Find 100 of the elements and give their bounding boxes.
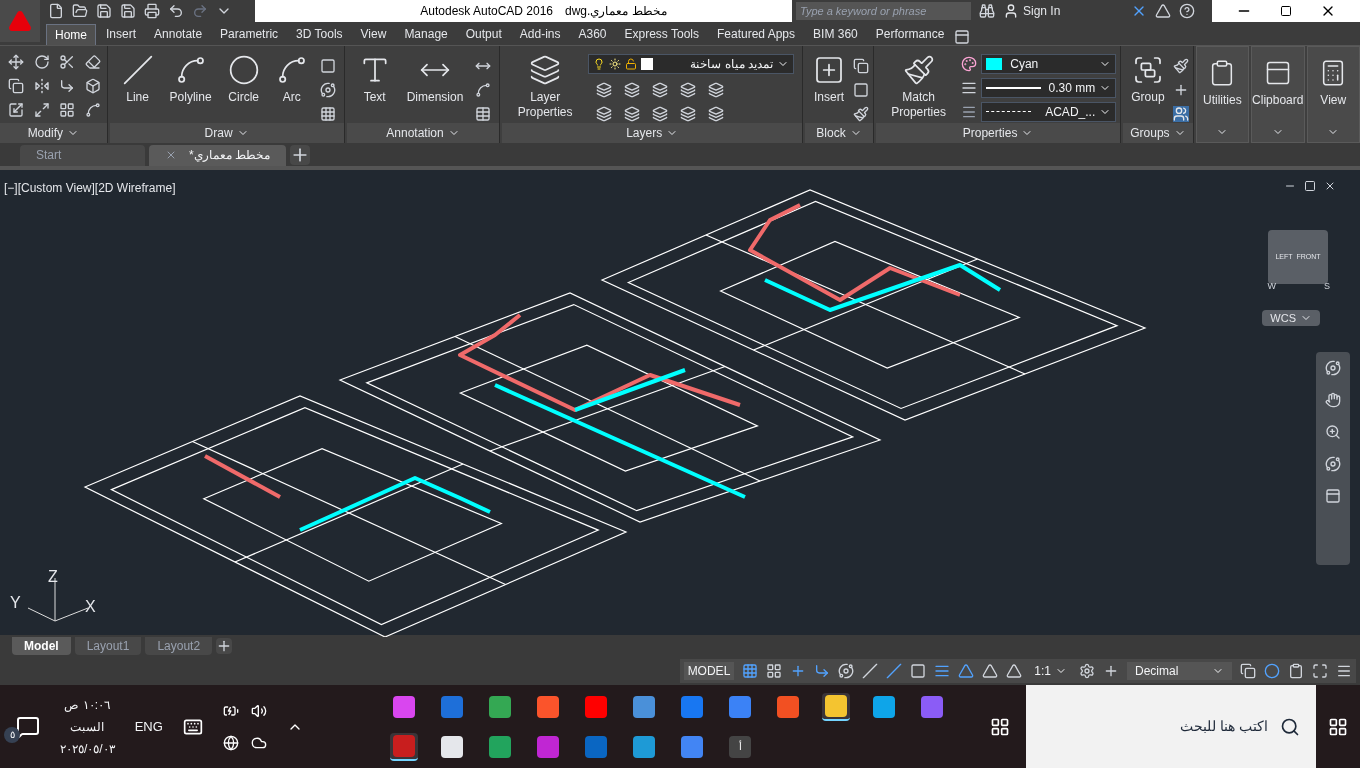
rectangle-icon[interactable] (319, 57, 336, 74)
new-layout-icon[interactable] (216, 638, 233, 655)
insert-button[interactable]: Insert (809, 53, 849, 122)
print-icon[interactable] (144, 3, 160, 19)
undo-icon[interactable] (168, 3, 184, 19)
ribbon-tab[interactable]: Performance (867, 23, 953, 45)
polyline-tool-button[interactable]: Polyline (165, 53, 216, 122)
layer-tool-icon[interactable] (624, 81, 640, 98)
open-folder-icon[interactable] (72, 3, 88, 19)
panel-title[interactable]: Annotation (346, 122, 500, 143)
maximize-icon[interactable] (1280, 5, 1292, 17)
pan-icon[interactable] (1325, 391, 1341, 408)
ribbon-tab[interactable]: View (352, 23, 395, 45)
layer-tool-icon[interactable] (708, 105, 724, 122)
ribbon-tab[interactable]: Annotate (146, 23, 211, 45)
layer-tool-icon[interactable] (596, 81, 612, 98)
match-properties-button[interactable]: Match Properties (880, 53, 958, 122)
ribbon-tab[interactable]: Parametric (212, 23, 287, 45)
ribbon-toggle-icon[interactable] (954, 28, 971, 45)
speaker-icon[interactable] (250, 702, 267, 719)
taskbar-app[interactable] (822, 692, 850, 721)
panel-title[interactable]: Draw (109, 122, 344, 143)
collapsed-panel[interactable]: Utilities (1195, 45, 1250, 143)
group-edit-icon[interactable] (1172, 57, 1189, 74)
text-tool-button[interactable]: Text (354, 53, 395, 122)
ribbon-tab[interactable]: Output (457, 23, 510, 45)
collapsed-panel[interactable]: View (1306, 45, 1360, 143)
ribbon-tab[interactable]: Featured Apps (709, 23, 804, 45)
layout-tab[interactable]: Layout1 (74, 637, 142, 656)
panel-title[interactable]: Properties (876, 122, 1121, 143)
panel-title[interactable]: Groups (1123, 122, 1193, 143)
save-as-icon[interactable] (120, 3, 136, 19)
search-field[interactable]: Type a keyword or phrase (796, 2, 971, 20)
rotate-icon[interactable] (33, 53, 50, 70)
group-button[interactable]: Group (1127, 53, 1169, 122)
arc-tool-button[interactable]: Arc (271, 53, 312, 122)
fullscreen-icon[interactable] (1312, 663, 1328, 680)
settings-icon[interactable] (1079, 663, 1095, 680)
ribbon-tab[interactable]: Home (46, 23, 96, 45)
notifications-icon[interactable] (16, 714, 40, 739)
sign-in-button[interactable]: Sign In (1003, 2, 1123, 20)
zoom-icon[interactable] (1325, 423, 1341, 440)
units-dropdown[interactable]: Decimal (1127, 662, 1232, 681)
circle-tool-button[interactable]: Circle (223, 53, 264, 122)
layer-tool-icon[interactable] (652, 81, 668, 98)
windows-start-icon[interactable] (1328, 716, 1348, 737)
eraser-icon[interactable] (84, 53, 101, 70)
task-view-icon[interactable] (990, 716, 1010, 737)
triangle-icon[interactable] (1155, 3, 1171, 19)
layer-dropdown[interactable]: تمديد مياه ساخنة (588, 53, 794, 74)
layer-tool-icon[interactable] (624, 105, 640, 122)
taskbar-app[interactable] (390, 732, 418, 761)
layer-tool-icon[interactable] (680, 105, 696, 122)
new-file-icon[interactable] (48, 3, 64, 19)
layout-tab[interactable]: Model (12, 637, 71, 656)
stretch-icon[interactable] (8, 101, 24, 118)
layer-tool-icon[interactable] (652, 105, 668, 122)
collapsed-panel[interactable]: Clipboard (1251, 45, 1305, 143)
layout-tab[interactable]: Layout2 (145, 637, 213, 656)
viewport-label[interactable]: [−][Custom View][2D Wireframe] (4, 178, 176, 197)
document-tab[interactable]: مخطط معماري* (149, 144, 286, 166)
layer-properties-button[interactable]: Layer Properties (510, 53, 580, 122)
ribbon-tab[interactable]: Insert (98, 23, 145, 45)
language-indicator[interactable]: ENG (134, 716, 163, 737)
trim-icon[interactable] (59, 53, 76, 70)
array-icon[interactable] (59, 101, 76, 118)
mirror-icon[interactable] (33, 77, 50, 94)
document-tab[interactable]: Start (20, 144, 145, 166)
panel-title[interactable]: Modify (0, 122, 107, 143)
restore-icon[interactable] (1304, 179, 1316, 192)
model-space-button[interactable]: MODEL (683, 662, 735, 681)
group-select-icon[interactable] (1172, 105, 1189, 122)
lineweight-dropdown[interactable]: 0.30 mm (981, 77, 1117, 98)
scale-dropdown[interactable]: 1:1 (1030, 662, 1071, 681)
cube-icon[interactable] (84, 77, 101, 94)
panel-title[interactable]: Block (805, 122, 873, 143)
table-icon[interactable] (475, 105, 492, 122)
wcs-menu[interactable]: WCS (1262, 309, 1320, 327)
network-icon[interactable] (222, 734, 239, 751)
dimension-tool-button[interactable]: Dimension (402, 53, 468, 122)
ribbon-tab[interactable]: Add-ins (511, 23, 569, 45)
line-tool-button[interactable]: Line (117, 53, 158, 122)
ribbon-tab[interactable]: 3D Tools (288, 23, 351, 45)
layer-tool-icon[interactable] (680, 81, 696, 98)
ribbon-tab[interactable]: A360 (570, 23, 615, 45)
orbit-icon[interactable] (1325, 455, 1341, 472)
linetype-dropdown[interactable]: ACAD_... (981, 101, 1117, 122)
scale-icon[interactable] (33, 101, 50, 118)
panel-title[interactable]: Layers (502, 122, 802, 143)
osnap-icon[interactable] (910, 663, 927, 680)
snap-icon[interactable] (766, 663, 783, 680)
leader-icon[interactable] (475, 81, 492, 98)
layer-tool-icon[interactable] (708, 81, 724, 98)
grid-icon[interactable] (742, 663, 759, 680)
color-dropdown[interactable]: Cyan (981, 53, 1117, 74)
move-icon[interactable] (8, 53, 24, 70)
binoculars-icon[interactable] (979, 3, 995, 19)
ribbon-tab[interactable]: BIM 360 (805, 23, 866, 45)
help-icon[interactable] (1179, 3, 1195, 19)
save-icon[interactable] (96, 3, 112, 19)
